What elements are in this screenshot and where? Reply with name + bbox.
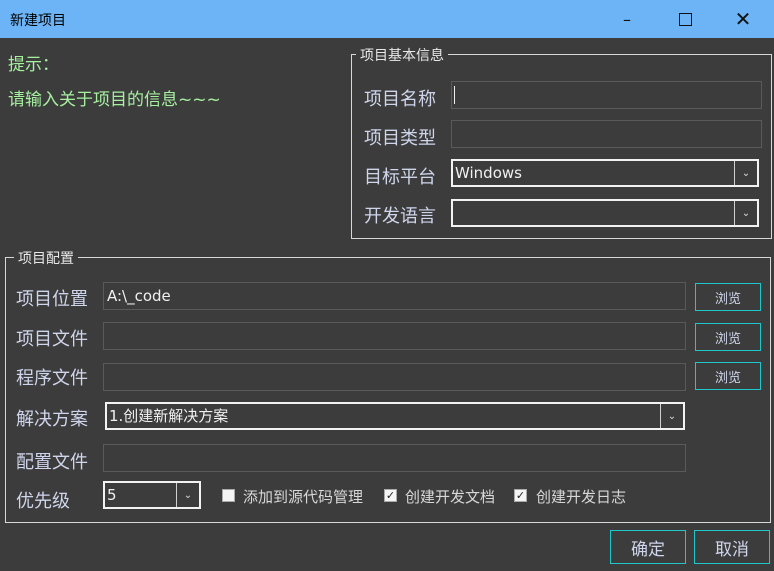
browse-program-file-button[interactable]: 浏览 bbox=[695, 362, 761, 390]
project-name-input[interactable] bbox=[451, 81, 762, 109]
priority-value: 5 bbox=[107, 486, 117, 504]
ok-button[interactable]: 确定 bbox=[610, 530, 686, 564]
text-caret bbox=[454, 86, 455, 104]
source-control-label: 添加到源代码管理 bbox=[243, 488, 364, 506]
program-file-label: 程序文件 bbox=[16, 368, 88, 389]
browse-location-button[interactable]: 浏览 bbox=[695, 283, 761, 311]
target-platform-value: Windows bbox=[455, 164, 522, 182]
chevron-down-icon[interactable]: ⌄ bbox=[176, 483, 199, 507]
hint-text: 请输入关于项目的信息~~~ bbox=[8, 90, 221, 110]
target-platform-label: 目标平台 bbox=[364, 167, 436, 188]
project-location-label: 项目位置 bbox=[16, 289, 88, 310]
dev-docs-label: 创建开发文档 bbox=[405, 488, 496, 506]
title-bar: 新建项目 – ✕ bbox=[0, 0, 774, 38]
basic-info-legend: 项目基本信息 bbox=[356, 45, 448, 65]
dev-log-checkbox[interactable]: ✓ bbox=[514, 489, 527, 502]
cancel-button[interactable]: 取消 bbox=[694, 530, 770, 564]
config-file-input[interactable] bbox=[103, 444, 686, 472]
dev-docs-checkbox[interactable]: ✓ bbox=[384, 489, 397, 502]
priority-label: 优先级 bbox=[16, 491, 70, 512]
project-config-legend: 项目配置 bbox=[14, 248, 78, 268]
priority-select[interactable]: 5 ⌄ bbox=[103, 481, 201, 509]
project-type-input[interactable] bbox=[451, 120, 762, 148]
minimize-button[interactable]: – bbox=[598, 0, 656, 38]
solution-select[interactable]: 1.创建新解决方案 ⌄ bbox=[105, 402, 685, 430]
project-name-label: 项目名称 bbox=[364, 89, 436, 110]
browse-project-file-button[interactable]: 浏览 bbox=[695, 323, 761, 351]
close-button[interactable]: ✕ bbox=[714, 0, 772, 38]
solution-value: 1.创建新解决方案 bbox=[109, 407, 229, 425]
dev-language-label: 开发语言 bbox=[364, 206, 436, 227]
close-icon: ✕ bbox=[734, 7, 752, 31]
maximize-icon bbox=[678, 12, 692, 26]
project-location-input[interactable]: A:\_code bbox=[103, 282, 686, 310]
chevron-down-icon[interactable]: ⌄ bbox=[734, 201, 757, 225]
config-file-label: 配置文件 bbox=[16, 452, 88, 473]
chevron-down-icon[interactable]: ⌄ bbox=[734, 161, 757, 185]
target-platform-select[interactable]: Windows ⌄ bbox=[451, 159, 759, 187]
hint-label: 提示： bbox=[8, 55, 59, 75]
window-title: 新建项目 bbox=[10, 13, 66, 29]
project-file-input[interactable] bbox=[103, 322, 686, 350]
project-file-label: 项目文件 bbox=[16, 329, 88, 350]
source-control-checkbox[interactable] bbox=[222, 489, 235, 502]
dev-log-label: 创建开发日志 bbox=[536, 488, 627, 506]
maximize-button[interactable] bbox=[656, 0, 714, 38]
project-type-label: 项目类型 bbox=[364, 128, 436, 149]
dev-language-select[interactable]: ⌄ bbox=[451, 199, 759, 227]
minimize-icon: – bbox=[623, 9, 631, 29]
program-file-input[interactable] bbox=[103, 363, 686, 391]
solution-label: 解决方案 bbox=[16, 409, 88, 430]
chevron-down-icon[interactable]: ⌄ bbox=[660, 404, 683, 428]
